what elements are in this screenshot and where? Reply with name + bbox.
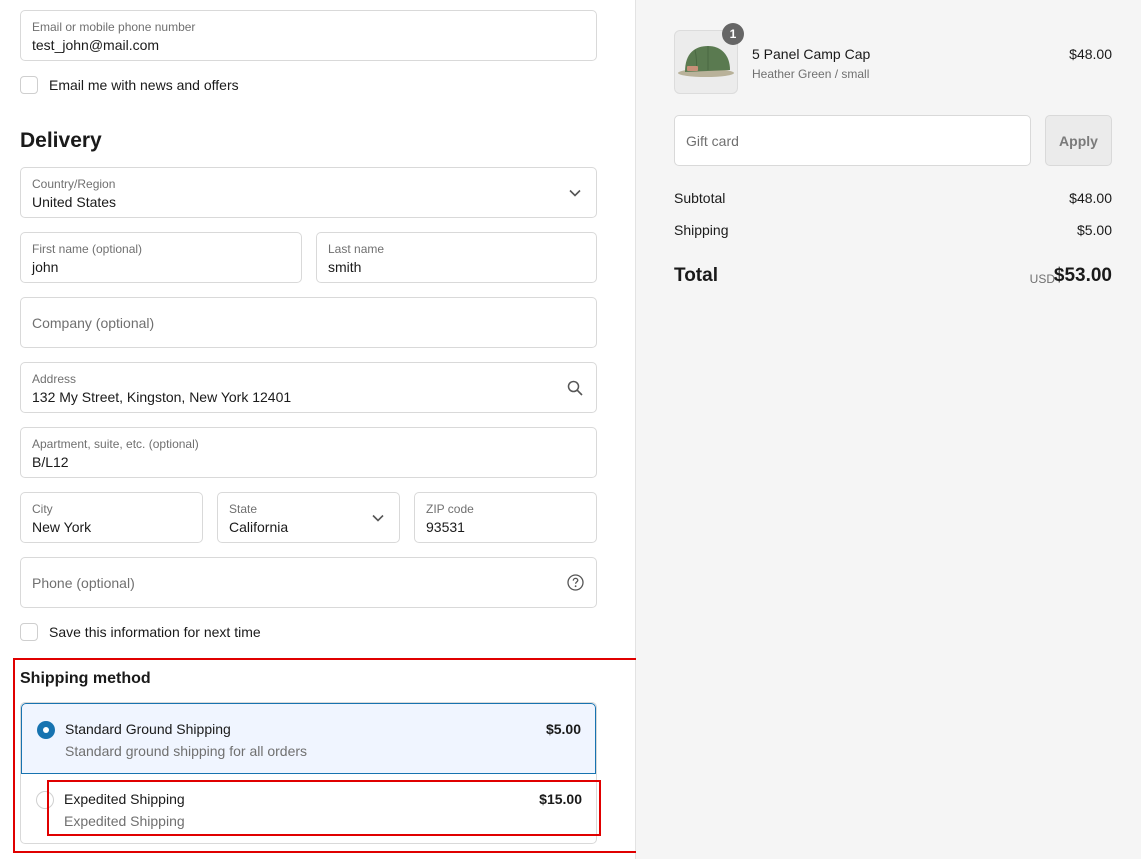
search-icon[interactable] [566,379,584,397]
shipping-option-expedited[interactable]: Expedited Shipping Expedited Shipping $1… [21,774,596,843]
radio-selected-icon[interactable] [37,721,55,739]
city-value: New York [32,519,92,535]
phone-field[interactable]: Phone (optional) [20,557,597,608]
last-name-field[interactable]: Last name smith [316,232,597,283]
delivery-heading: Delivery [20,129,102,152]
company-placeholder: Company (optional) [32,314,155,331]
country-select[interactable]: Country/Region United States [20,167,597,218]
order-summary: 1 5 Panel Camp Cap Heather Green / small… [636,0,1141,859]
email-value: test_john@mail.com [32,37,160,53]
shipping-option-subtitle: Expedited Shipping [64,813,185,829]
apartment-value: B/L12 [32,454,69,470]
product-name: 5 Panel Camp Cap [752,46,871,62]
shipping-option-title: Standard Ground Shipping [65,721,231,737]
total-currency: USD [1029,272,1055,286]
last-name-value: smith [328,259,362,275]
news-checkbox-label: Email me with news and offers [49,77,239,93]
shipping-options: Standard Ground Shipping Standard ground… [20,702,597,844]
shipping-label: Shipping [674,222,729,238]
subtotal-value: $48.00 [1069,190,1112,206]
zip-field[interactable]: ZIP code 93531 [414,492,597,543]
company-field[interactable]: Company (optional) [20,297,597,348]
shipping-option-title: Expedited Shipping [64,791,185,807]
shipping-value: $5.00 [1076,222,1112,238]
country-value: United States [32,194,117,210]
state-label: State [229,502,258,516]
product-variant: Heather Green / small [752,67,870,81]
zip-label: ZIP code [426,502,474,516]
address-value: 132 My Street, Kingston, New York 12401 [32,389,292,405]
help-icon[interactable] [566,574,584,592]
shipping-option-price: $15.00 [539,791,582,807]
country-label: Country/Region [32,177,116,191]
chevron-down-icon [566,184,584,202]
first-name-label: First name (optional) [32,242,143,256]
news-checkbox[interactable] [20,76,38,94]
shipping-option-subtitle: Standard ground shipping for all orders [65,743,308,759]
city-field[interactable]: City New York [20,492,203,543]
total-value: $53.00 [1053,265,1112,286]
save-info-label: Save this information for next time [49,624,261,640]
gift-card-input[interactable]: Gift card [674,115,1031,166]
save-info-checkbox[interactable] [20,623,38,641]
address-label: Address [32,372,77,386]
chevron-down-icon [369,509,387,527]
state-select[interactable]: State California [217,492,400,543]
shipping-option-price: $5.00 [545,721,581,737]
shipping-option-standard[interactable]: Standard Ground Shipping Standard ground… [21,703,596,774]
last-name-label: Last name [328,242,385,256]
total-label: Total [674,265,718,286]
radio-unselected-icon[interactable] [36,791,54,809]
gift-card-placeholder: Gift card [686,132,739,149]
state-value: California [229,519,289,535]
shipping-method-heading: Shipping method [20,670,151,687]
quantity-badge: 1 [722,23,744,45]
apartment-field[interactable]: Apartment, suite, etc. (optional) B/L12 [20,427,597,478]
email-label: Email or mobile phone number [32,20,196,34]
subtotal-label: Subtotal [674,190,726,206]
zip-value: 93531 [426,519,465,535]
email-field[interactable]: Email or mobile phone number test_john@m… [20,10,597,61]
product-price: $48.00 [1069,46,1112,62]
checkout-form: Email or mobile phone number test_john@m… [0,0,636,859]
first-name-field[interactable]: First name (optional) john [20,232,302,283]
news-checkbox-row[interactable]: Email me with news and offers [20,76,239,94]
apartment-label: Apartment, suite, etc. (optional) [32,437,199,451]
apply-button[interactable]: Apply [1045,115,1112,166]
city-label: City [32,502,53,516]
save-info-checkbox-row[interactable]: Save this information for next time [20,623,261,641]
first-name-value: john [32,259,59,275]
address-field[interactable]: Address 132 My Street, Kingston, New Yor… [20,362,597,413]
phone-placeholder: Phone (optional) [32,574,135,591]
